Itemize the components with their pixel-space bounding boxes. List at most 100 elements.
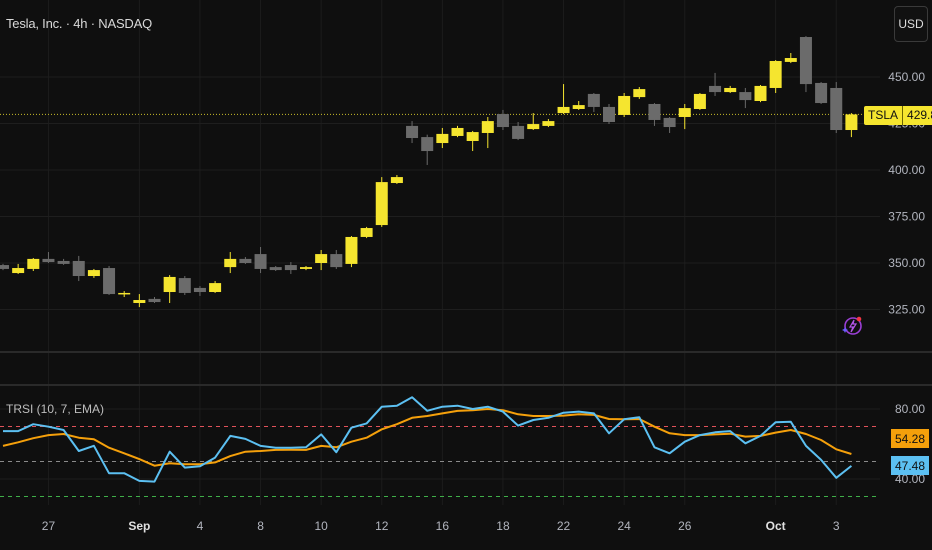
price-axis-label: 450.00 xyxy=(888,70,925,84)
candle xyxy=(496,109,509,131)
time-axis-label: Sep xyxy=(128,519,150,533)
candle-body xyxy=(466,132,479,141)
time-axis-label: 16 xyxy=(436,519,450,533)
candle xyxy=(769,60,782,93)
candle xyxy=(330,249,343,269)
candle xyxy=(148,297,161,303)
candle-body xyxy=(557,106,570,114)
candle xyxy=(0,263,9,271)
price-axis-label: 350.00 xyxy=(888,256,925,270)
candle-body xyxy=(300,267,312,269)
candle-body xyxy=(496,114,509,128)
time-axis-label: 10 xyxy=(314,519,328,533)
chart-canvas[interactable]: 325.00350.00375.00400.00425.00450.0040.0… xyxy=(0,0,932,550)
candle xyxy=(799,36,812,93)
currency-button[interactable]: USD xyxy=(894,6,928,42)
time-axis-label: 27 xyxy=(42,519,56,533)
candle-body xyxy=(421,137,434,152)
price-axis-label: 375.00 xyxy=(888,210,925,224)
candle xyxy=(603,103,615,125)
candle xyxy=(784,53,797,64)
time-axis-label: 26 xyxy=(678,519,692,533)
candle xyxy=(27,257,40,271)
time-axis-label: 24 xyxy=(617,519,631,533)
time-axis-label: 18 xyxy=(496,519,510,533)
candle-body xyxy=(481,121,494,133)
candle-body xyxy=(678,108,691,117)
candle xyxy=(269,265,282,271)
candle xyxy=(103,265,116,295)
candle-body xyxy=(436,133,449,144)
indicator-axis-label: 80.00 xyxy=(895,402,925,416)
candle xyxy=(87,268,100,278)
time-axis-label: 22 xyxy=(557,519,571,533)
candle-body xyxy=(830,87,843,131)
time-axis-label: 12 xyxy=(375,519,389,533)
candle-body xyxy=(163,276,176,293)
candle-body xyxy=(118,292,131,295)
candle xyxy=(239,257,252,264)
candle xyxy=(618,92,631,117)
time-axis-label: 4 xyxy=(197,519,204,533)
candle xyxy=(572,100,585,110)
candle xyxy=(390,175,403,184)
candle-body xyxy=(572,105,585,109)
candle-body xyxy=(148,298,161,303)
candle-body xyxy=(784,58,797,62)
candle-body xyxy=(754,85,767,101)
candle-body xyxy=(587,93,600,107)
lightning-sparkle-icon[interactable] xyxy=(841,314,865,338)
trsi-value-label: 47.48 xyxy=(891,456,929,475)
candle xyxy=(709,72,722,96)
candle xyxy=(12,263,25,274)
candle xyxy=(163,275,176,303)
candle-body xyxy=(693,93,706,109)
candle-body xyxy=(87,270,100,277)
candle-body xyxy=(618,95,631,115)
candle xyxy=(663,116,676,133)
candle xyxy=(375,177,388,227)
candle xyxy=(527,113,540,131)
candle xyxy=(345,236,358,268)
candle-body xyxy=(0,265,9,269)
candle xyxy=(178,276,191,295)
candle xyxy=(421,134,434,165)
candle xyxy=(633,87,646,99)
candle xyxy=(678,103,691,130)
time-axis-label: 8 xyxy=(257,519,264,533)
price-axis-label: 400.00 xyxy=(888,163,925,177)
candle-body xyxy=(633,89,646,98)
candle xyxy=(209,281,222,293)
candle xyxy=(284,262,297,274)
candle xyxy=(557,84,570,115)
candle xyxy=(72,255,85,282)
candle-body xyxy=(799,37,812,85)
candle-body xyxy=(360,228,373,237)
candle xyxy=(845,113,858,138)
candle-body xyxy=(12,268,25,274)
candle-body xyxy=(239,258,252,263)
candle-body xyxy=(27,258,40,269)
candle-body xyxy=(648,103,661,120)
candle-body xyxy=(284,265,297,271)
indicator-legend[interactable]: TRSI (10, 7, EMA) xyxy=(6,402,104,416)
candle xyxy=(300,265,312,271)
candle-body xyxy=(330,254,343,268)
candle-body xyxy=(178,278,191,293)
chart-title: Tesla, Inc. · 4h · NASDAQ xyxy=(6,16,152,31)
candle-body xyxy=(527,124,540,130)
candle-body xyxy=(315,254,328,263)
last-price-symbol: TSLA xyxy=(864,106,904,125)
candle-body xyxy=(390,177,403,184)
candle xyxy=(587,92,600,112)
candle-body xyxy=(103,268,116,295)
candle-body xyxy=(57,260,70,264)
candle-body xyxy=(42,258,55,263)
candle xyxy=(451,125,464,138)
candle-body xyxy=(254,254,267,269)
candle-body xyxy=(815,82,828,104)
candle xyxy=(739,87,752,109)
candle xyxy=(466,130,479,152)
candle xyxy=(406,121,419,144)
time-axis-label: 3 xyxy=(833,519,840,533)
